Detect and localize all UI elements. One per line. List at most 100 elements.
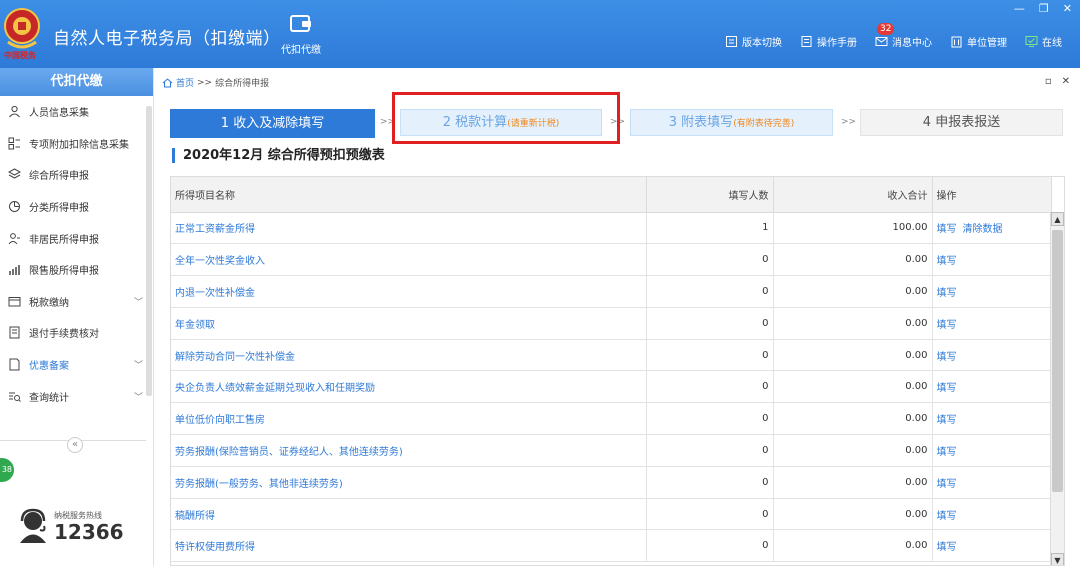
minimize-icon[interactable]: — — [1014, 2, 1025, 15]
income-item-link[interactable]: 正常工资薪金所得 — [171, 212, 647, 245]
sidebar-item-label: 人员信息采集 — [29, 108, 89, 120]
table-row: 解除劳动合同一次性补偿金 0 0.00 填写 — [171, 339, 1052, 372]
sidebar-scrollbar[interactable] — [146, 106, 152, 396]
income-item-link[interactable]: 劳务报酬(保险营销员、证券经纪人、其他连续劳务) — [171, 434, 647, 467]
breadcrumb-current: 综合所得申报 — [215, 79, 270, 89]
sidebar-item-comprehensive-income[interactable]: 综合所得申报 — [0, 159, 153, 191]
income-total: 0.00 — [773, 498, 933, 531]
sidebar-item-classified-income[interactable]: 分类所得申报 — [0, 191, 153, 223]
fill-link[interactable]: 填写 — [937, 479, 957, 490]
manual-button[interactable]: 操作手册 — [800, 34, 857, 49]
sidebar-item-fee-refund[interactable]: 退付手续费核对 — [0, 317, 153, 349]
step-label: 3 附表填写 — [668, 115, 734, 130]
fill-link[interactable]: 填写 — [937, 383, 957, 394]
income-table: 所得项目名称 填写人数 收入合计 操作 正常工资薪金所得 1 100.00 填写… — [170, 176, 1065, 566]
income-item-link[interactable]: 解除劳动合同一次性补偿金 — [171, 339, 647, 372]
income-total: 0.00 — [773, 243, 933, 277]
scroll-up-icon[interactable]: ▲ — [1051, 212, 1064, 226]
row-actions: 填写 — [932, 498, 1052, 531]
version-switch-label: 版本切换 — [742, 38, 782, 49]
income-item-link[interactable]: 央企负责人绩效薪金延期兑现收入和任期奖励 — [171, 370, 647, 404]
app-title: 自然人电子税务局（扣缴端） — [53, 29, 281, 49]
income-item-link[interactable]: 特许权使用费所得 — [171, 529, 647, 563]
filled-count: 0 — [646, 307, 774, 340]
breadcrumb: 首页 >> 综合所得申报 — [162, 76, 269, 89]
income-total: 0.00 — [773, 307, 933, 340]
scroll-down-icon[interactable]: ▼ — [1051, 553, 1064, 565]
unit-management-label: 单位管理 — [967, 38, 1007, 49]
floating-status-badge[interactable]: 38 — [0, 458, 14, 482]
income-item-link[interactable]: 稿酬所得 — [171, 498, 647, 531]
fill-link[interactable]: 填写 — [937, 288, 957, 299]
panel-close-icon[interactable]: ✕ — [1062, 76, 1070, 87]
sidebar-item-label: 税款缴纳 — [29, 297, 69, 309]
sidebar-item-tax-payment[interactable]: 税款缴纳 ﹀ — [0, 286, 153, 318]
chevron-down-icon: ﹀ — [133, 361, 143, 372]
fill-link[interactable]: 填写 — [937, 320, 957, 331]
sidebar: 代扣代缴 人员信息采集 专项附加扣除信息采集 综合所得申报 分类所得申报 非居民… — [0, 68, 154, 566]
unit-management-button[interactable]: 单位管理 — [950, 34, 1007, 49]
fill-link[interactable]: 填写 — [937, 224, 957, 235]
sidebar-item-nonresident-income[interactable]: 非居民所得申报 — [0, 222, 153, 254]
income-item-link[interactable]: 全年一次性奖金收入 — [171, 243, 647, 277]
table-row: 劳务报酬(一般劳务、其他非连续劳务) 0 0.00 填写 — [171, 466, 1052, 499]
fill-link[interactable]: 填写 — [937, 542, 957, 553]
income-total: 0.00 — [773, 370, 933, 404]
step-submit-report[interactable]: 4 申报表报送 — [860, 109, 1063, 136]
close-icon[interactable]: ✕ — [1063, 2, 1072, 15]
emblem-caption: 中国税务 — [4, 51, 36, 60]
hotline-number: 12366 — [54, 519, 124, 544]
row-actions: 填写 — [932, 275, 1052, 308]
version-switch-button[interactable]: 版本切换 — [725, 34, 782, 49]
scroll-thumb[interactable] — [1052, 230, 1063, 492]
fill-link[interactable]: 填写 — [937, 256, 957, 267]
sidebar-item-personnel-info[interactable]: 人员信息采集 — [0, 96, 153, 128]
step-separator: >> — [380, 117, 396, 127]
filled-count: 0 — [646, 339, 774, 372]
income-item-link[interactable]: 内退一次性补偿金 — [171, 275, 647, 308]
online-status-button[interactable]: 在线 — [1025, 34, 1062, 49]
nav-withholding[interactable]: 代扣代缴 — [270, 14, 332, 56]
table-row: 全年一次性奖金收入 0 0.00 填写 — [171, 243, 1052, 277]
fill-link[interactable]: 填写 — [937, 415, 957, 426]
table-row: 特许权使用费所得 0 0.00 填写 — [171, 529, 1052, 563]
sidebar-item-label: 专项附加扣除信息采集 — [29, 139, 129, 151]
sidebar-menu: 人员信息采集 专项附加扣除信息采集 综合所得申报 分类所得申报 非居民所得申报 … — [0, 96, 153, 426]
sidebar-item-special-deduction[interactable]: 专项附加扣除信息采集 — [0, 128, 153, 160]
income-item-link[interactable]: 单位低价向职工售房 — [171, 402, 647, 436]
col-header-count: 填写人数 — [646, 177, 774, 213]
home-icon — [162, 77, 173, 87]
step-separator: >> — [610, 117, 626, 127]
panel-maximize-icon[interactable]: ▫ — [1045, 76, 1052, 87]
sidebar-item-label: 综合所得申报 — [29, 171, 89, 183]
step-income-deduction[interactable]: 1 收入及减除填写 — [170, 109, 375, 138]
version-icon — [726, 36, 737, 47]
table-row: 央企负责人绩效薪金延期兑现收入和任期奖励 0 0.00 填写 — [171, 370, 1052, 404]
sidebar-item-restricted-shares[interactable]: 限售股所得申报 — [0, 254, 153, 286]
fill-link[interactable]: 填写 — [937, 511, 957, 522]
clear-data-link[interactable]: 清除数据 — [963, 224, 1003, 235]
message-center-label: 消息中心 — [892, 38, 932, 49]
message-center-button[interactable]: 32 消息中心 — [875, 23, 932, 49]
sidebar-item-preferential-filing[interactable]: 优惠备案 ﹀ — [0, 349, 153, 381]
restore-icon[interactable]: ❐ — [1039, 2, 1049, 15]
row-actions: 填写 — [932, 243, 1052, 277]
sidebar-item-label: 分类所得申报 — [29, 203, 89, 215]
filled-count: 0 — [646, 402, 774, 436]
chevron-down-icon: ﹀ — [133, 392, 143, 403]
income-item-link[interactable]: 年金领取 — [171, 307, 647, 340]
manual-icon — [801, 36, 812, 47]
fill-link[interactable]: 填写 — [937, 352, 957, 363]
breadcrumb-home-link[interactable]: 首页 — [176, 76, 194, 89]
sidebar-collapse-button[interactable]: « — [67, 437, 83, 453]
step-attachment[interactable]: 3 附表填写(有附表待完善) — [630, 109, 833, 136]
nav-withholding-label: 代扣代缴 — [281, 45, 321, 56]
step-tax-calculation[interactable]: 2 税款计算(请重新计税) — [400, 109, 602, 136]
table-scrollbar[interactable]: ▲ ▼ — [1050, 212, 1064, 565]
sidebar-item-query-stats[interactable]: 查询统计 ﹀ — [0, 380, 153, 412]
step-hint: (请重新计税) — [507, 119, 560, 129]
row-actions: 填写 — [932, 466, 1052, 499]
wallet-icon — [8, 296, 21, 307]
income-item-link[interactable]: 劳务报酬(一般劳务、其他非连续劳务) — [171, 466, 647, 499]
fill-link[interactable]: 填写 — [937, 447, 957, 458]
